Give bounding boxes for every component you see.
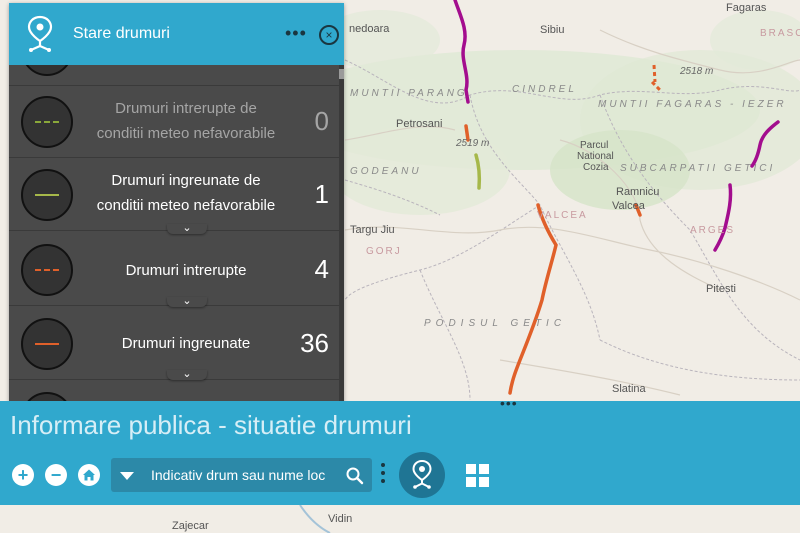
legend-count: 4 <box>314 254 329 284</box>
search-input[interactable] <box>151 458 336 492</box>
legend-line-swatch <box>35 194 59 196</box>
map-label-gorj: GORJ <box>366 246 402 257</box>
legend-row-partial[interactable] <box>9 381 339 403</box>
legend-symbol <box>21 169 73 221</box>
panel-title: Stare drumuri <box>73 25 170 42</box>
app-title: Informare publica - situatie drumuri <box>10 410 412 440</box>
map-label-godeanu: GODEANU <box>350 166 422 177</box>
map-label-fagaras: Fagaras <box>726 2 767 14</box>
legend-row[interactable]: Drumuri intrerupte de conditii meteo nef… <box>9 85 339 158</box>
panel-more-button[interactable]: ••• <box>285 23 307 44</box>
bottom-bar-resize-handle[interactable]: ••• <box>500 396 518 410</box>
panel-close-button[interactable]: × <box>319 25 339 45</box>
map-label-slatina: Slatina <box>612 383 646 395</box>
map-label-hunedoara: nedoara <box>349 23 390 35</box>
map-label-zajecar: Zajecar <box>172 520 209 532</box>
legend-row[interactable]: Drumuri ingreunate de conditii meteo nef… <box>9 158 339 231</box>
road-status-pin-icon <box>412 459 432 489</box>
legend-count: 1 <box>314 179 329 209</box>
legend-label: Drumuri ingreunate <box>121 335 251 352</box>
search-icon <box>346 467 364 485</box>
map-label-sibiu: Sibiu <box>540 24 565 36</box>
legend-symbol <box>21 318 73 370</box>
home-button[interactable] <box>78 464 100 486</box>
legend-row[interactable]: Drumuri intrerupte 4 <box>9 233 339 306</box>
map-label-petrosani: Petrosani <box>396 118 443 130</box>
map-label-cindrel: CINDREL <box>512 84 577 95</box>
search-box <box>111 458 372 492</box>
road-status-widget-button[interactable] <box>399 452 445 498</box>
legend-symbol <box>21 244 73 296</box>
map-label-vidin: Vidin <box>328 513 353 525</box>
map-label-elevation-2: 2519 m <box>456 138 490 149</box>
zoom-out-button[interactable]: − <box>45 464 67 486</box>
search-button[interactable] <box>345 466 365 486</box>
map-label-cozia: Cozia <box>583 162 609 173</box>
bottom-bar: ••• Informare publica - situatie drumuri… <box>0 396 800 505</box>
map-label-ramnicu: Ramnicu <box>616 186 660 198</box>
expand-chevron-icon[interactable]: ⌄ <box>167 369 207 380</box>
legend-line-swatch <box>35 269 59 271</box>
road-status-panel: Stare drumuri ••• × Drumuri intrerupte d… <box>9 3 344 403</box>
map-label-national: National <box>577 151 614 162</box>
legend-label: Drumuri intrerupte de conditii meteo nef… <box>96 100 276 142</box>
zoom-in-button[interactable]: + <box>12 464 34 486</box>
map-label-muntii-parang: MUNTII PARANG <box>350 88 468 99</box>
legend-count: 36 <box>300 328 329 358</box>
map-label-muntii-fagaras: MUNTII FAGARAS - IEZER <box>598 99 787 110</box>
map-label-brasov: BRASOV <box>760 28 800 39</box>
panel-scrollbar[interactable] <box>339 65 344 403</box>
search-source-dropdown[interactable] <box>111 458 143 492</box>
app-grid-button[interactable] <box>466 464 490 488</box>
legend-row-partial[interactable] <box>9 65 339 86</box>
more-options-button[interactable] <box>381 463 385 487</box>
map-label-valcea-city: Valcea <box>612 200 645 212</box>
home-icon <box>83 469 95 481</box>
legend-count: 0 <box>314 106 329 136</box>
map-label-targu-jiu: Targu Jiu <box>350 224 395 236</box>
map-label-elevation-1: 2518 m <box>680 66 714 77</box>
map-label-podisul: PODISUL GETIC <box>424 318 567 329</box>
road-status-pin-icon <box>27 15 53 52</box>
scrollbar-thumb[interactable] <box>339 69 344 79</box>
map-label-parcul: Parcul <box>580 140 609 151</box>
panel-header: Stare drumuri ••• × <box>9 3 344 65</box>
legend-label: Drumuri intrerupte <box>125 262 247 279</box>
legend-label: Drumuri ingreunate de conditii meteo nef… <box>96 172 276 214</box>
legend-line-swatch <box>35 121 59 123</box>
map-label-valcea-county: VALCEA <box>537 210 588 221</box>
legend-symbol <box>21 96 73 148</box>
legend-line-swatch <box>35 343 59 345</box>
legend-list[interactable]: Drumuri intrerupte de conditii meteo nef… <box>9 65 339 403</box>
map-label-pitesti: Pitesti <box>706 283 736 295</box>
map-label-subcarpatii: SUBCARPATII GETICI <box>620 163 776 174</box>
expand-chevron-icon[interactable]: ⌄ <box>167 296 207 307</box>
legend-symbol <box>21 65 73 76</box>
map-label-arges: ARGES <box>690 225 736 236</box>
